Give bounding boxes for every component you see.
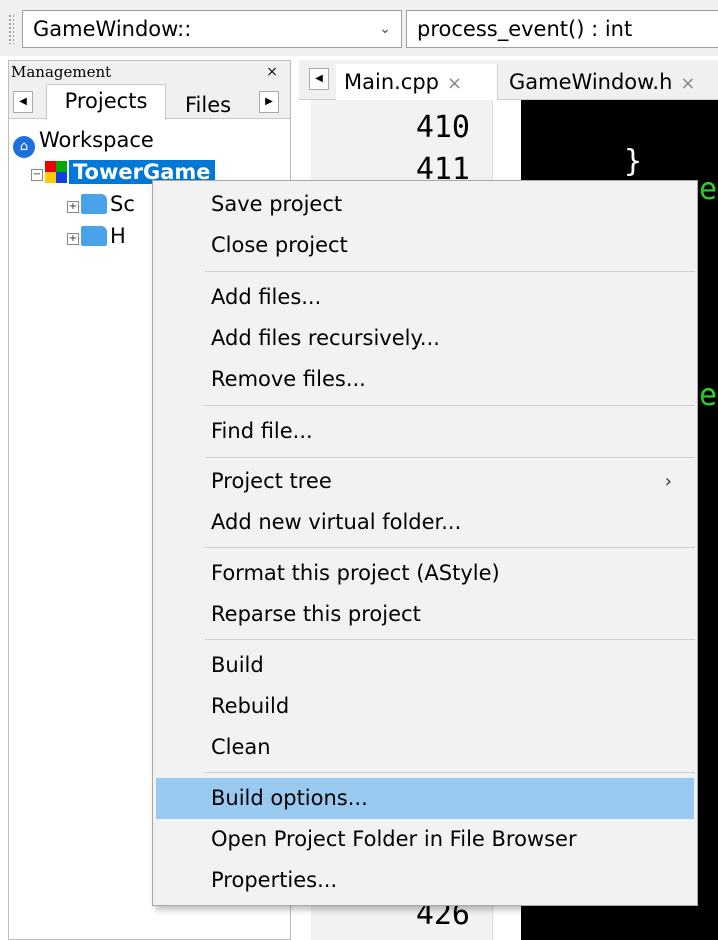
menu-separator [205, 457, 695, 458]
menu-item-label: Project tree [211, 469, 332, 493]
menu-item-open-folder[interactable]: Open Project Folder in File Browser [156, 819, 694, 860]
expand-icon[interactable]: + [67, 233, 79, 245]
menu-separator [205, 772, 695, 773]
tab-label: GameWindow.h [509, 70, 673, 94]
editor-tabs: ◀ Main.cpp × GameWindow.h × [299, 60, 718, 100]
menu-item-add-virtual-folder[interactable]: Add new virtual folder... [156, 502, 694, 543]
menu-item-build-options[interactable]: Build options... [156, 778, 694, 819]
project-icon [45, 161, 67, 183]
management-tabs: ◀ Projects Files ▶ [9, 84, 290, 120]
toolbar-grip[interactable] [8, 14, 14, 44]
tree-item-sources[interactable]: + Sc [67, 189, 135, 219]
folder-icon [81, 226, 107, 246]
project-context-menu: Save project Close project Add files... … [152, 180, 698, 906]
management-title: Management × [9, 61, 290, 85]
menu-item-find-file[interactable]: Find file... [156, 411, 694, 452]
close-icon[interactable]: × [447, 73, 462, 94]
scroll-right-icon[interactable]: ▶ [259, 91, 279, 113]
scope-combo-value: GameWindow:: [33, 17, 192, 41]
code-text: e [699, 378, 718, 413]
scroll-left-icon[interactable]: ◀ [309, 68, 329, 90]
toolbar: GameWindow:: ⌄ process_event() : int [0, 0, 718, 56]
function-combo[interactable]: process_event() : int [406, 10, 718, 48]
tab-label: Main.cpp [344, 70, 440, 94]
menu-item-build[interactable]: Build [156, 645, 694, 686]
line-number: 410 [415, 110, 470, 145]
tree-item-workspace[interactable]: ⌂ Workspace [13, 125, 154, 158]
menu-separator [205, 405, 695, 406]
menu-item-add-files[interactable]: Add files... [156, 277, 694, 318]
scroll-left-icon[interactable]: ◀ [13, 91, 33, 113]
scope-combo[interactable]: GameWindow:: ⌄ [22, 10, 402, 48]
menu-item-rebuild[interactable]: Rebuild [156, 686, 694, 727]
folder-label: Sc [110, 192, 135, 216]
function-combo-value: process_event() : int [417, 17, 633, 41]
menu-separator [205, 639, 695, 640]
menu-item-clean[interactable]: Clean [156, 727, 694, 768]
tab-files[interactable]: Files [177, 91, 239, 119]
tab-main-cpp[interactable]: Main.cpp × [336, 64, 498, 100]
menu-item-reparse[interactable]: Reparse this project [156, 594, 694, 635]
menu-separator [205, 547, 695, 548]
tree-item-headers[interactable]: + H [67, 221, 126, 251]
menu-item-project-tree[interactable]: Project tree › [156, 461, 694, 502]
chevron-down-icon[interactable]: ⌄ [379, 11, 391, 47]
close-icon[interactable]: × [680, 73, 695, 94]
menu-item-properties[interactable]: Properties... [156, 860, 694, 901]
collapse-icon[interactable]: − [31, 169, 43, 181]
menu-separator [205, 271, 695, 272]
expand-icon[interactable]: + [67, 201, 79, 213]
folder-label: H [110, 224, 126, 248]
tab-projects[interactable]: Projects [46, 84, 166, 120]
menu-item-remove-files[interactable]: Remove files... [156, 359, 694, 400]
menu-item-save-project[interactable]: Save project [156, 184, 694, 225]
code-text: e [699, 172, 718, 207]
management-title-label: Management [11, 63, 112, 81]
folder-icon [81, 194, 107, 214]
code-brace: } [624, 144, 643, 179]
menu-item-format-astyle[interactable]: Format this project (AStyle) [156, 553, 694, 594]
menu-item-add-files-recursively[interactable]: Add files recursively... [156, 318, 694, 359]
tab-gamewindow-h[interactable]: GameWindow.h × [501, 64, 718, 100]
workspace-label: Workspace [39, 128, 154, 152]
home-icon: ⌂ [13, 136, 35, 158]
close-icon[interactable]: × [266, 61, 278, 83]
chevron-right-icon: › [664, 471, 672, 492]
menu-item-close-project[interactable]: Close project [156, 225, 694, 266]
